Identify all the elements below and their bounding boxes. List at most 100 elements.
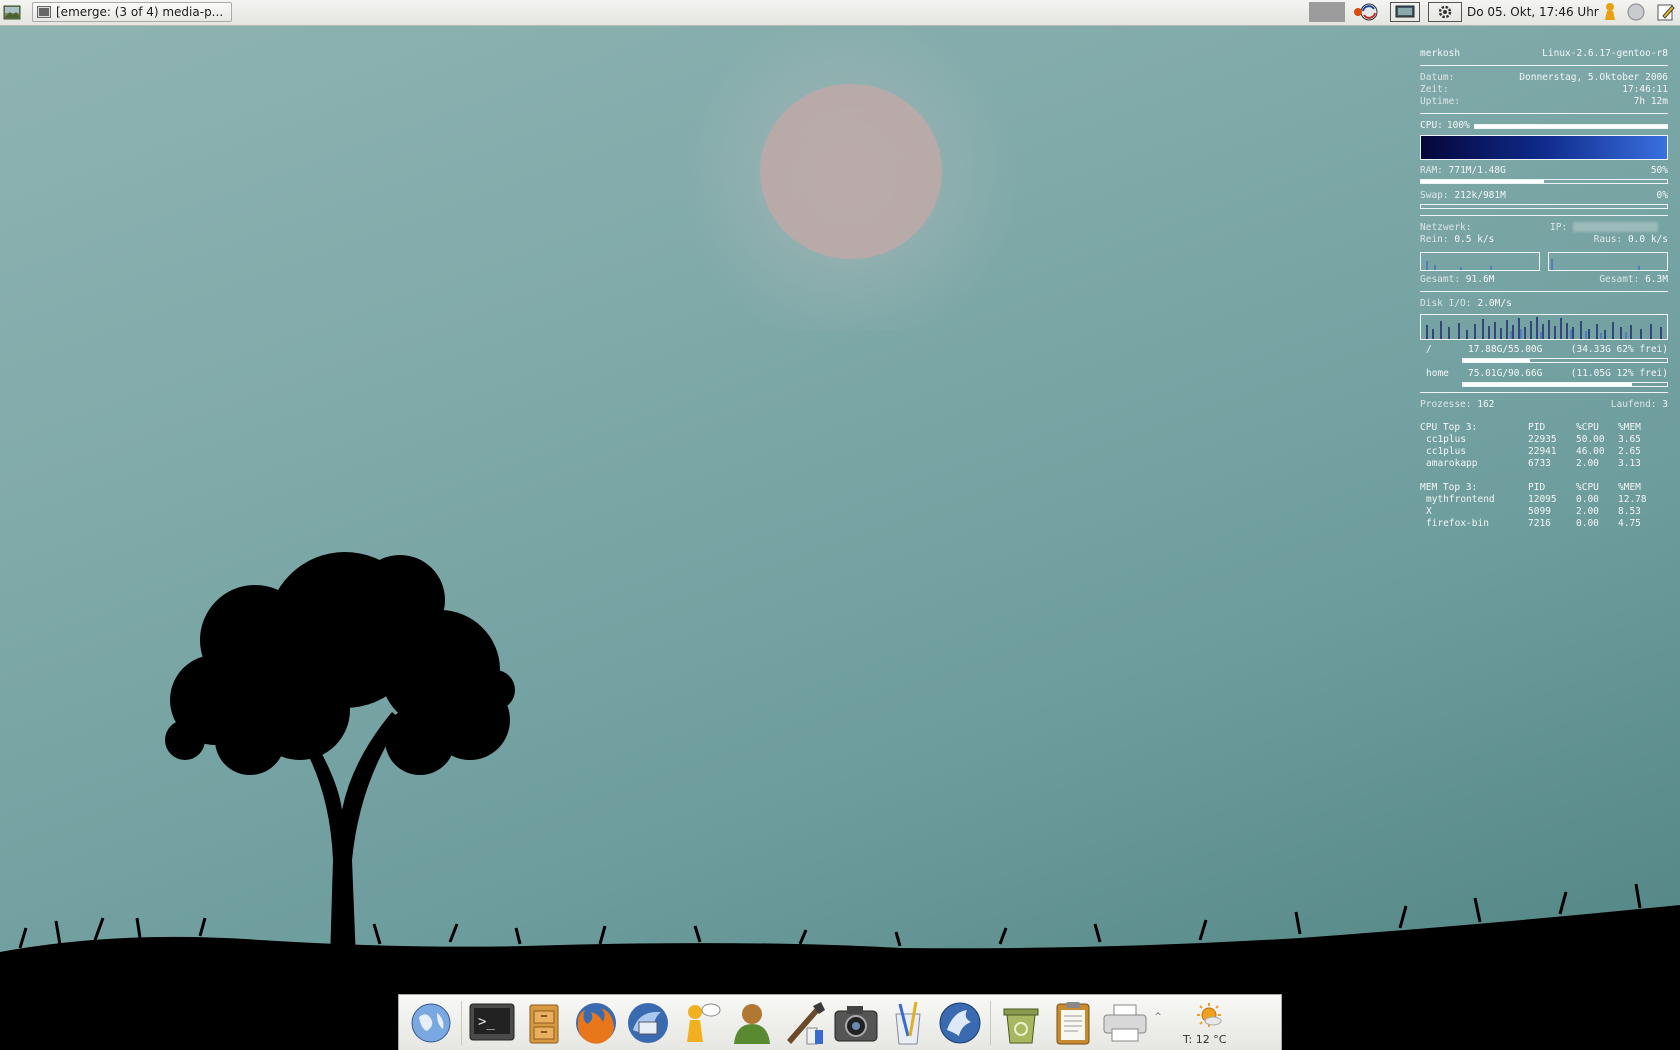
printer-icon[interactable]	[1099, 997, 1151, 1049]
process-pid: 12095	[1528, 494, 1557, 505]
ip-blurred	[1573, 222, 1659, 232]
disk-io-graph-lines	[1426, 317, 1662, 339]
weather-sun-icon	[1197, 1002, 1222, 1027]
ip-label: IP:	[1550, 222, 1568, 233]
header-pid: PID	[1528, 422, 1546, 433]
ram-bar-fill	[1421, 180, 1544, 183]
process-name: mythfrontend	[1426, 494, 1495, 505]
bottom-dock: >_ ^ T: 12 °C	[398, 994, 1282, 1050]
process-mem: 4.75	[1618, 518, 1641, 529]
fs-row-home: home 75.01G/90.66G (11.05G 12% frei)	[1420, 368, 1668, 380]
fs-bar-home-fill	[1463, 383, 1633, 386]
globe-icon[interactable]	[405, 997, 457, 1049]
conky-system-monitor: merkosh Linux-2.6.17-gentoo-r8 Datum: Don…	[1420, 48, 1668, 530]
process-cpu: 2.00	[1576, 506, 1599, 517]
fs-free-root: (34.33G 62% frei)	[1570, 344, 1668, 355]
paint-icon[interactable]	[778, 997, 830, 1049]
gesamt-out-value: 6.3M	[1645, 274, 1668, 285]
raus-label: Raus:	[1593, 234, 1623, 245]
swap-label: Swap:	[1420, 190, 1449, 201]
divider	[1420, 392, 1668, 393]
process-pid: 5099	[1528, 506, 1551, 517]
dock-expand-arrow[interactable]: ^	[1151, 1012, 1165, 1022]
fs-bar-root-fill	[1463, 359, 1531, 362]
divider	[1420, 291, 1668, 292]
ram-label: RAM:	[1420, 165, 1443, 176]
process-name: cc1plus	[1426, 446, 1467, 457]
amarok-icon[interactable]	[934, 997, 986, 1049]
process-name: firefox-bin	[1426, 518, 1489, 529]
laufend-value: 3	[1662, 399, 1668, 410]
cpu-value: 100%	[1446, 120, 1470, 131]
process-pid: 22935	[1528, 434, 1557, 445]
process-mem: 3.13	[1618, 458, 1641, 469]
mem-top-header: MEM Top 3: PID %CPU %MEM	[1420, 482, 1668, 494]
prozesse-label: Prozesse:	[1420, 399, 1472, 410]
process-cpu: 46.00	[1576, 446, 1605, 457]
prozesse-value: 162	[1477, 399, 1495, 410]
swap-bar	[1420, 204, 1668, 209]
header-mem: %MEM	[1618, 422, 1641, 433]
im-chat-icon[interactable]	[674, 997, 726, 1049]
divider	[1420, 113, 1668, 114]
fs-row-root: / 17.88G/55.00G (34.33G 62% frei)	[1420, 344, 1668, 356]
disk-io-label: Disk I/O:	[1420, 298, 1472, 309]
raus-value: 0.0 k/s	[1627, 234, 1668, 245]
disk-io-graph	[1420, 314, 1668, 340]
cpu-top-header: CPU Top 3: PID %CPU %MEM	[1420, 422, 1668, 434]
rein-value: 0.5 k/s	[1454, 234, 1495, 245]
clipboard-icon[interactable]	[1047, 997, 1099, 1049]
net-in-graph	[1420, 252, 1540, 271]
process-pid: 6733	[1528, 458, 1551, 469]
gesamt-out-label: Gesamt:	[1599, 274, 1640, 285]
dock-separator	[461, 1000, 462, 1045]
process-row: mythfrontend 12095 0.00 12.78	[1420, 494, 1668, 506]
fs-bar-root	[1462, 358, 1668, 363]
conky-user: merkosh	[1420, 48, 1461, 59]
camera-icon[interactable]	[830, 997, 882, 1049]
process-name: amarokapp	[1426, 458, 1478, 469]
terminal-icon[interactable]: >_	[466, 997, 518, 1049]
swap-percent: 0%	[1656, 190, 1668, 201]
datum-value: Donnerstag, 5.Oktober 2006	[1519, 72, 1668, 83]
thunderbird-icon[interactable]	[622, 997, 674, 1049]
zeit-value: 17:46:11	[1622, 84, 1668, 95]
header-cpu: %CPU	[1576, 422, 1599, 433]
process-cpu: 0.00	[1576, 518, 1599, 529]
fs-usage-root: 17.88G/55.00G	[1468, 344, 1543, 355]
firefox-icon[interactable]	[570, 997, 622, 1049]
file-cabinet-icon[interactable]	[518, 997, 570, 1049]
fs-usage-home: 75.01G/90.66G	[1468, 368, 1543, 379]
gesamt-in-value: 91.6M	[1465, 274, 1495, 285]
process-pid: 7216	[1528, 518, 1551, 529]
datum-label: Datum:	[1420, 72, 1455, 83]
fs-bar-home	[1462, 382, 1668, 387]
zeit-label: Zeit:	[1420, 84, 1449, 95]
process-mem: 2.65	[1618, 446, 1641, 457]
process-mem: 12.78	[1618, 494, 1647, 505]
svg-text:>_: >_	[478, 1014, 495, 1030]
process-mem: 3.65	[1618, 434, 1641, 445]
ram-value: 771M/1.48G	[1448, 165, 1506, 176]
trash-icon[interactable]	[995, 997, 1047, 1049]
gesamt-in-label: Gesamt:	[1420, 274, 1461, 285]
mem-top-title: MEM Top 3:	[1420, 482, 1478, 493]
process-mem: 8.53	[1618, 506, 1641, 517]
netzwerk-label: Netzwerk:	[1420, 222, 1472, 233]
ram-bar	[1420, 179, 1668, 184]
process-cpu: 2.00	[1576, 458, 1599, 469]
process-row: cc1plus 22941 46.00 2.65	[1420, 446, 1668, 458]
process-name: X	[1426, 506, 1432, 517]
text-editor-icon[interactable]	[882, 997, 934, 1049]
fs-name-root: /	[1426, 344, 1432, 355]
rein-label: Rein:	[1420, 234, 1449, 245]
header-pid: PID	[1528, 482, 1546, 493]
process-name: cc1plus	[1426, 434, 1467, 445]
divider	[1420, 65, 1668, 66]
process-row: X 5099 2.00 8.53	[1420, 506, 1668, 518]
divider	[1420, 215, 1668, 216]
net-out-graph	[1548, 252, 1668, 271]
user-icon[interactable]	[726, 997, 778, 1049]
weather-applet[interactable]: T: 12 °C	[1171, 997, 1245, 1049]
cpu-bar-fill	[1474, 124, 1667, 128]
